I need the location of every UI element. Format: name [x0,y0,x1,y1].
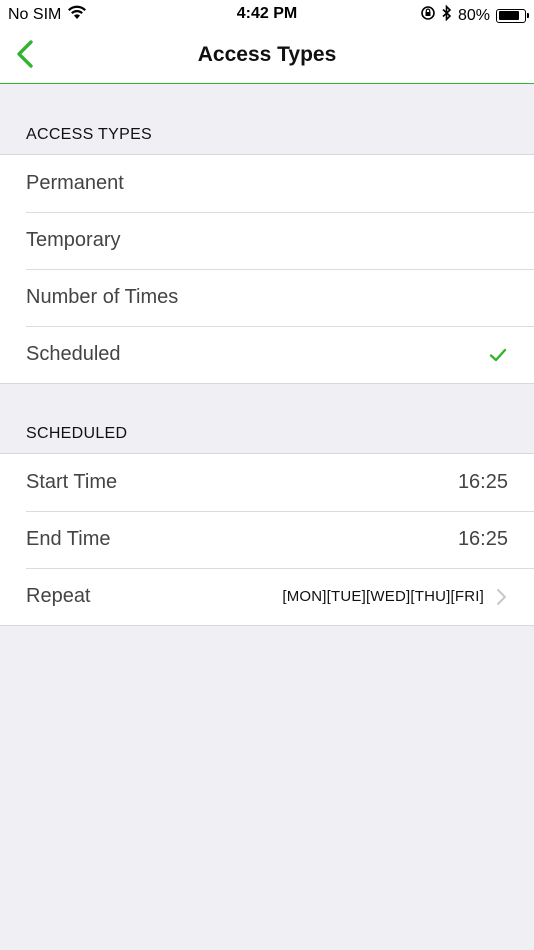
end-time-value: 16:25 [457,528,508,550]
scheduled-list: Start Time 16:25 End Time 16:25 Repeat [… [0,453,534,626]
scheduled-header: SCHEDULED [26,425,128,442]
access-type-temporary[interactable]: Temporary [0,212,534,269]
access-type-label: Permanent [26,172,124,194]
access-type-scheduled[interactable]: Scheduled [0,326,534,383]
battery-fill [498,11,519,20]
access-types-list: Permanent Temporary Number of Times Sche… [0,154,534,384]
checkmark-icon [489,348,507,361]
access-types-header: ACCESS TYPES [26,126,153,143]
orientation-lock-icon [420,5,436,26]
chevron-right-icon [497,588,506,605]
status-right: 80% [420,4,529,26]
repeat-row[interactable]: Repeat [MON][TUE][WED][THU][FRI] [0,568,534,625]
navigation-bar: Access Types [0,28,534,84]
start-time-value: 16:25 [457,471,508,493]
access-type-label: Number of Times [26,286,179,308]
repeat-value: [MON][TUE][WED][THU][FRI] [282,588,484,605]
end-time-row[interactable]: End Time 16:25 [0,511,534,568]
bluetooth-icon [442,4,452,26]
repeat-label: Repeat [26,585,91,607]
start-time-row[interactable]: Start Time 16:25 [0,454,534,511]
access-type-number-of-times[interactable]: Number of Times [0,269,534,326]
access-type-label: Scheduled [26,343,121,365]
access-type-permanent[interactable]: Permanent [0,155,534,212]
access-type-label: Temporary [26,229,121,251]
battery-percent: 80% [457,6,490,24]
battery-icon [496,8,529,23]
page-title: Access Types [197,43,337,66]
status-bar: No SIM 4:42 PM 80% [0,0,534,28]
start-time-label: Start Time [26,471,118,493]
end-time-label: End Time [26,528,111,550]
